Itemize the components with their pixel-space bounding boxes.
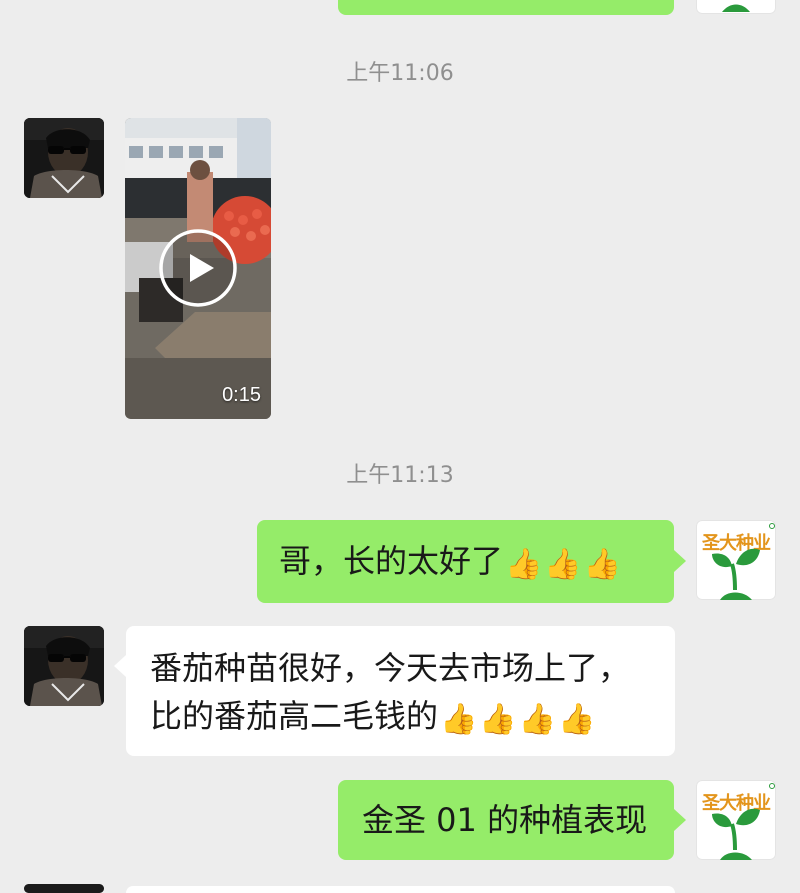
thumbs-up-icon: 👍 (558, 702, 596, 737)
message-text: 金圣 01 的种植表现 (362, 801, 648, 839)
outgoing-message-bubble[interactable]: 哥，长的太好了👍👍👍 (257, 520, 674, 603)
message-timestamp: 上午11:06 (346, 61, 454, 86)
seedling-logo-icon (712, 783, 775, 860)
contact-avatar-partial[interactable] (24, 884, 104, 893)
thumbs-up-icon: 👍 (440, 702, 478, 737)
bubble-tail (114, 655, 126, 677)
avatar-photo (24, 626, 104, 706)
thumbs-up-icon: 👍 (505, 547, 543, 582)
brand-avatar[interactable]: 圣大种业 (696, 520, 776, 600)
bubble-tail (674, 550, 686, 572)
brand-avatar[interactable]: 圣大种业 (696, 780, 776, 860)
incoming-message-bubble[interactable]: 番茄种苗很好，今天去市场上了， 比的番茄高二毛钱的👍👍👍👍 (126, 626, 675, 756)
thumbs-up-icon: 👍 (583, 547, 622, 582)
message-text: 哥，长的太好了 (279, 542, 504, 580)
message-text-line: 番茄种苗很好，今天去市场上了， (150, 649, 631, 687)
play-icon[interactable] (158, 228, 238, 308)
seedling-logo-icon (712, 523, 775, 600)
seedling-logo-icon (722, 4, 750, 12)
contact-avatar[interactable] (24, 118, 104, 198)
brand-avatar-partial[interactable] (696, 0, 776, 14)
thumbs-up-icon: 👍 (479, 702, 517, 737)
avatar-photo (24, 118, 104, 198)
message-text-line: 比的番茄高二毛钱的👍👍👍👍 (150, 692, 675, 740)
video-duration: 0:15 (222, 384, 261, 406)
message-text: 比的番茄高二毛钱的 (150, 697, 439, 735)
previous-message-bubble[interactable] (338, 0, 674, 15)
video-message[interactable]: 0:15 (125, 118, 271, 419)
thumbs-up-icon: 👍 (544, 547, 582, 582)
message-timestamp: 上午11:13 (346, 463, 454, 488)
thumbs-up-icon: 👍 (518, 702, 557, 737)
outgoing-message-bubble[interactable]: 金圣 01 的种植表现 (338, 780, 674, 860)
contact-avatar[interactable] (24, 626, 104, 706)
bubble-tail (674, 809, 686, 831)
next-message-bubble[interactable] (126, 886, 675, 893)
